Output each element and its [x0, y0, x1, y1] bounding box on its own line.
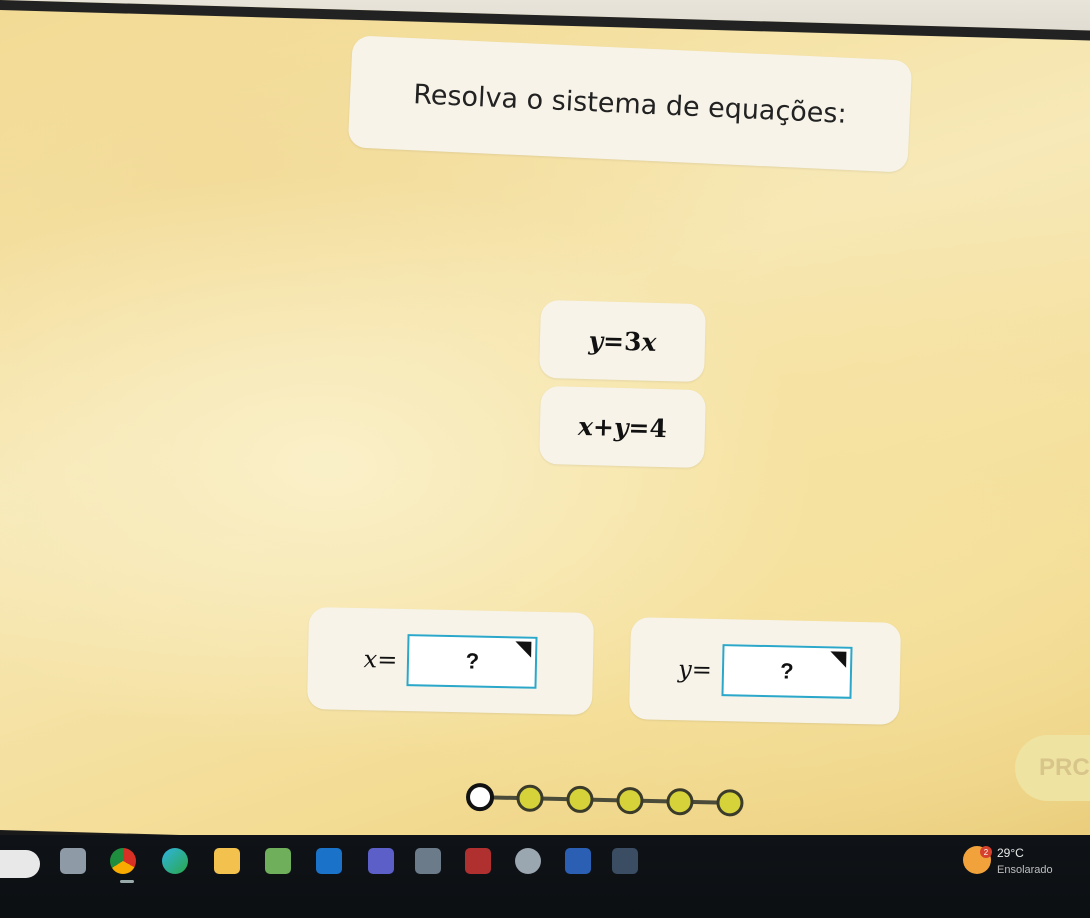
word-icon[interactable]	[565, 848, 591, 874]
dropdown-corner-icon	[515, 641, 532, 658]
equation-1-coef: 3	[623, 326, 642, 356]
folder-icon[interactable]	[214, 848, 240, 874]
question-title: Resolva o sistema de equações:	[412, 78, 848, 130]
weather-condition: Ensolarado	[997, 864, 1053, 876]
weather-temperature: 29°C	[997, 846, 1024, 860]
answer-x-label: x=	[363, 645, 398, 674]
equation-2-op: =	[628, 412, 650, 443]
progress-step-2	[516, 784, 544, 812]
equation-1: y = 3 x	[539, 299, 706, 383]
chrome-icon[interactable]	[110, 848, 136, 874]
answer-y-value: ?	[779, 658, 794, 684]
answer-y-dropdown[interactable]: ?	[721, 644, 853, 699]
equation-1-var: x	[641, 327, 657, 357]
weather-badge: 2	[980, 846, 992, 858]
access-icon[interactable]	[465, 848, 491, 874]
equation-2-lhs: x+y	[577, 411, 629, 442]
progress-step-6	[716, 789, 744, 817]
answer-y-label: y=	[677, 655, 713, 684]
window-icon[interactable]	[60, 848, 86, 874]
taskbar	[0, 835, 1090, 918]
equation-1-lhs: y	[588, 325, 604, 355]
puzzle-icon[interactable]	[265, 848, 291, 874]
browser-icon[interactable]	[515, 848, 541, 874]
media-icon[interactable]	[415, 848, 441, 874]
taskbar-search-icon[interactable]	[0, 850, 40, 878]
next-button[interactable]: PRC	[1015, 735, 1090, 801]
progress-tracker	[466, 783, 744, 817]
outlook-icon[interactable]	[316, 848, 342, 874]
progress-step-4	[616, 787, 644, 815]
equation-2-rhs: 4	[649, 413, 668, 443]
answer-x-value: ?	[465, 648, 480, 674]
equation-2: x+y = 4	[539, 385, 706, 469]
answer-x-card: x= ?	[306, 607, 595, 715]
calculator-icon[interactable]	[612, 848, 638, 874]
progress-step-1	[466, 783, 495, 812]
teams-icon[interactable]	[368, 848, 394, 874]
progress-step-3	[566, 785, 594, 813]
active-app-indicator	[120, 880, 134, 883]
progress-step-5	[666, 788, 694, 816]
edge-icon[interactable]	[162, 848, 188, 874]
dropdown-corner-icon	[829, 651, 847, 668]
equation-1-op: =	[602, 325, 625, 356]
answer-x-dropdown[interactable]: ?	[406, 634, 538, 689]
answer-y-card: y= ?	[628, 617, 902, 725]
